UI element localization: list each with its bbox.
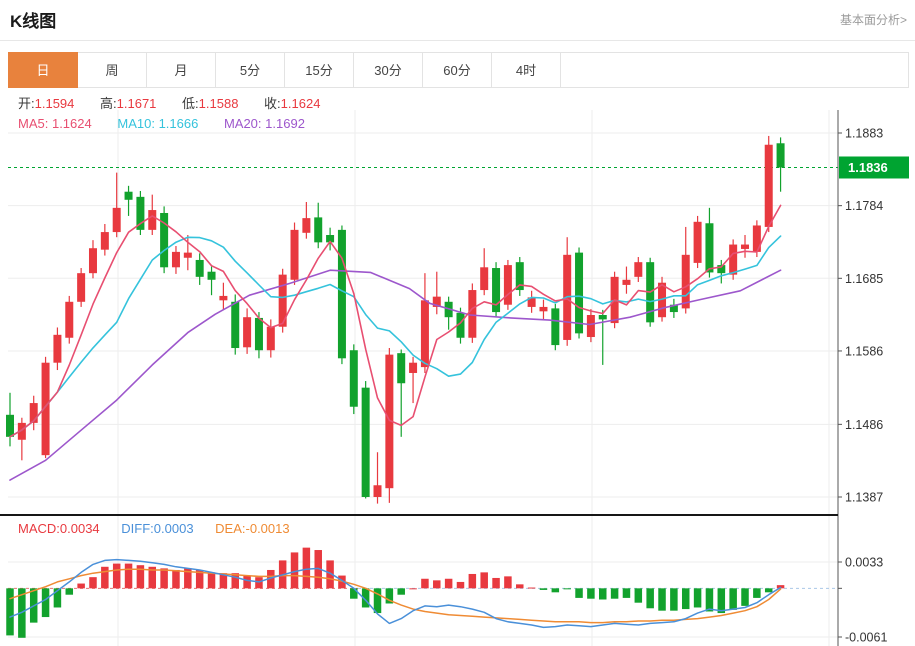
high-label: 高:	[100, 96, 117, 111]
open-value: 1.1594	[35, 96, 75, 111]
svg-text:-0.0061: -0.0061	[845, 631, 887, 645]
tab-30min[interactable]: 30分	[353, 52, 423, 88]
svg-text:1.1387: 1.1387	[845, 491, 883, 505]
svg-text:0.0033: 0.0033	[845, 556, 883, 570]
svg-text:1.1685: 1.1685	[845, 272, 883, 286]
high-value: 1.1671	[117, 96, 157, 111]
ohlc-row: 开:1.1594 高:1.1671 低:1.1588 收:1.1624	[18, 94, 342, 114]
period-tab-bar: 日 周 月 5分 15分 30分 60分 4时	[8, 52, 909, 88]
ma10-label: MA10:	[117, 116, 155, 131]
kline-page: K线图 基本面分析> 日 周 月 5分 15分 30分 60分 4时 开:1.1…	[0, 0, 915, 646]
diff-value: 0.0003	[154, 521, 194, 536]
ma20-value: 1.1692	[265, 116, 305, 131]
page-title: K线图	[10, 7, 56, 32]
open-label: 开:	[18, 96, 35, 111]
macd-value: 0.0034	[60, 521, 100, 536]
tab-60min[interactable]: 60分	[422, 52, 492, 88]
candlestick-chart[interactable]: 1.1883 1.1784 1.1685 1.1586 1.1486 1.1387 1.18…	[0, 110, 915, 516]
dea-value: -0.0013	[246, 521, 290, 536]
ma-row: MA5: 1.1624 MA10: 1.1666 MA20: 1.1692	[18, 114, 342, 134]
tab-4hour[interactable]: 4时	[491, 52, 561, 88]
dea-label: DEA:	[215, 521, 245, 536]
svg-text:1.1486: 1.1486	[845, 418, 883, 432]
close-value: 1.1624	[281, 96, 321, 111]
low-label: 低:	[182, 96, 199, 111]
close-label: 收:	[264, 96, 281, 111]
ma10-value: 1.1666	[159, 116, 199, 131]
tab-15min[interactable]: 15分	[284, 52, 354, 88]
svg-text:1.1883: 1.1883	[845, 127, 883, 141]
svg-text:1.1784: 1.1784	[845, 199, 883, 213]
macd-label: MACD:	[18, 521, 60, 536]
tab-week[interactable]: 周	[77, 52, 147, 88]
svg-text:1.1836: 1.1836	[848, 160, 888, 175]
tab-day[interactable]: 日	[8, 52, 78, 88]
ma5-value: 1.1624	[52, 116, 92, 131]
ma5-label: MA5:	[18, 116, 48, 131]
tab-bar-filler	[560, 52, 909, 88]
tab-month[interactable]: 月	[146, 52, 216, 88]
diff-label: DIFF:	[121, 521, 154, 536]
fundamental-analysis-link[interactable]: 基本面分析>	[840, 11, 907, 28]
ohlc-info: 开:1.1594 高:1.1671 低:1.1588 收:1.1624 MA5:…	[18, 94, 342, 134]
svg-text:1.1586: 1.1586	[845, 344, 883, 358]
title-divider	[0, 40, 915, 41]
macd-info: MACD:0.0034 DIFF:0.0003 DEA:-0.0013	[18, 521, 308, 536]
ma20-label: MA20:	[224, 116, 262, 131]
tab-5min[interactable]: 5分	[215, 52, 285, 88]
low-value: 1.1588	[199, 96, 239, 111]
